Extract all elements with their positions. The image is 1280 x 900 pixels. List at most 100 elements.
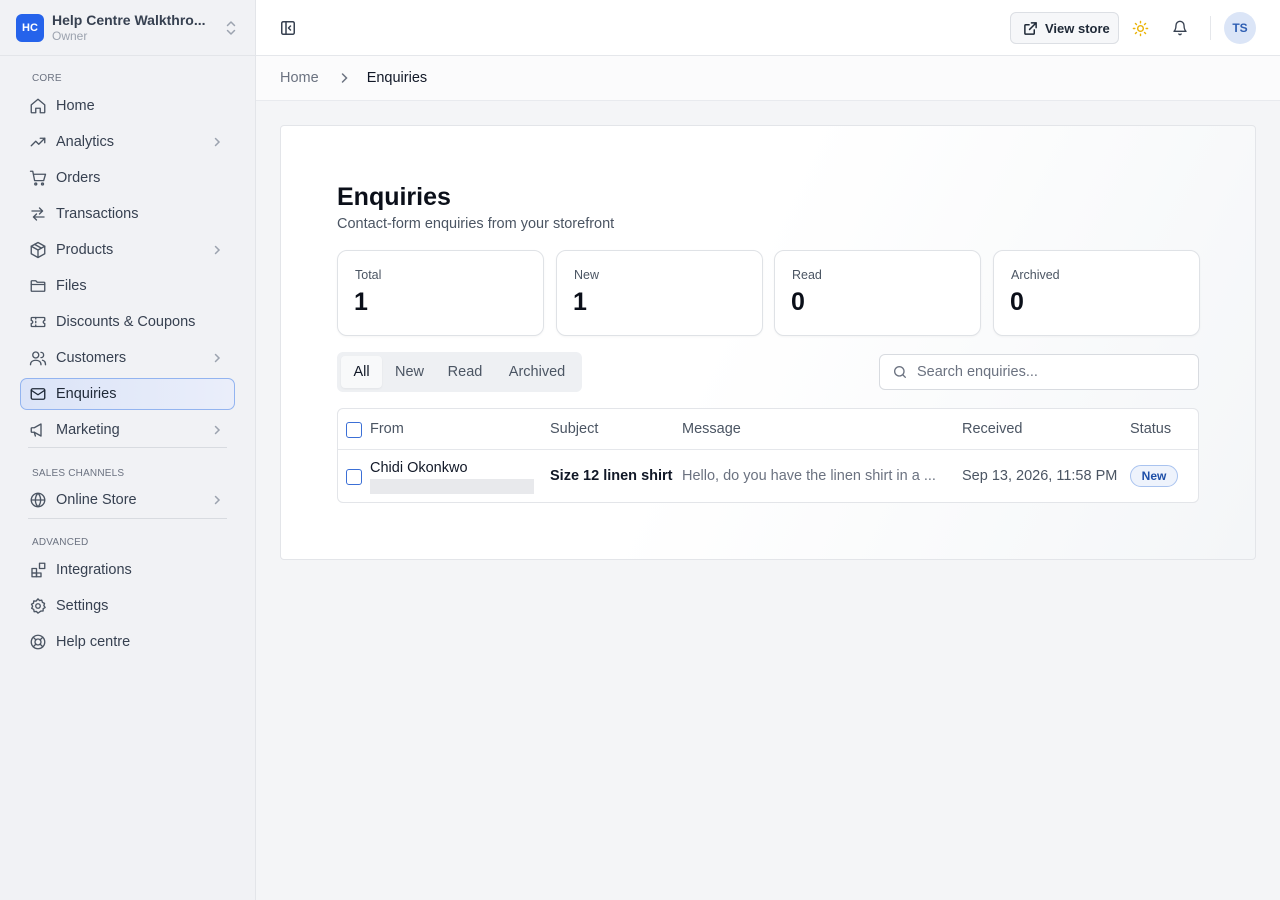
topbar-separator: [1210, 16, 1211, 40]
sidebar-item-transactions[interactable]: Transactions: [20, 198, 235, 230]
page-title: Enquiries: [337, 183, 451, 211]
store-name: Help Centre Walkthro...: [52, 11, 206, 28]
enquiries-table: From Subject Message Received Status Chi…: [337, 408, 1199, 503]
sidebar-item-label: Transactions: [56, 206, 139, 222]
search-box: [879, 354, 1199, 390]
stat-label: Read: [792, 268, 822, 282]
stat-card-total: Total 1: [337, 250, 544, 336]
chevron-right-icon: [210, 243, 224, 257]
sidebar-item-orders[interactable]: Orders: [20, 162, 235, 194]
toggle-sidebar-button[interactable]: [272, 12, 304, 44]
stat-card-new: New 1: [556, 250, 763, 336]
stat-value: 0: [1010, 288, 1024, 316]
section-title-advanced: ADVANCED: [32, 537, 89, 548]
section-title-core: CORE: [32, 73, 62, 84]
enquiry-message: Hello, do you have the linen shirt in a …: [682, 468, 936, 484]
chevron-right-icon: [210, 351, 224, 365]
sidebar-item-help-centre[interactable]: Help centre: [20, 626, 235, 658]
stat-label: New: [574, 268, 600, 282]
home-icon: [29, 97, 47, 115]
store-switcher[interactable]: HC Help Centre Walkthro... Owner: [0, 0, 255, 56]
bell-icon: [1172, 20, 1188, 36]
redacted-email: [370, 479, 534, 494]
gear-icon: [29, 597, 47, 615]
sidebar-item-customers[interactable]: Customers: [20, 342, 235, 374]
status-tabs: All New Read Archived: [337, 352, 582, 392]
cart-icon: [29, 169, 47, 187]
tab-new[interactable]: New: [386, 356, 433, 388]
sidebar-item-analytics[interactable]: Analytics: [20, 126, 235, 158]
sidebar-item-label: Products: [56, 242, 114, 258]
sidebar: HC Help Centre Walkthro... Owner CORE Ho…: [0, 0, 256, 900]
sidebar-item-label: Analytics: [56, 134, 115, 150]
sidebar-item-label: Marketing: [56, 422, 120, 438]
enquiry-subject: Size 12 linen shirt: [550, 468, 673, 484]
stat-label: Archived: [1011, 268, 1060, 282]
mail-icon: [29, 385, 47, 403]
breadcrumb-current: Enquiries: [366, 70, 428, 86]
column-header-message[interactable]: Message: [682, 421, 741, 437]
avatar[interactable]: TS: [1224, 12, 1256, 44]
notifications-button[interactable]: [1164, 12, 1196, 44]
megaphone-icon: [29, 421, 47, 439]
sidebar-item-marketing[interactable]: Marketing: [20, 414, 235, 446]
tab-read[interactable]: Read: [437, 356, 493, 388]
sidebar-item-discounts[interactable]: Discounts & Coupons: [20, 306, 235, 338]
row-checkbox[interactable]: [346, 469, 362, 485]
tab-archived[interactable]: Archived: [497, 356, 577, 388]
column-header-received[interactable]: Received: [962, 421, 1022, 437]
stat-card-read: Read 0: [774, 250, 981, 336]
view-store-label: View store: [1045, 20, 1110, 36]
chevron-right-icon: [337, 71, 351, 85]
table-header: From Subject Message Received Status: [338, 409, 1198, 450]
blocks-icon: [29, 561, 47, 579]
top-bar: View store TS: [256, 0, 1280, 56]
sidebar-item-label: Enquiries: [56, 386, 117, 402]
sidebar-item-label: Customers: [56, 350, 127, 366]
tab-all[interactable]: All: [341, 356, 382, 388]
sidebar-item-online-store[interactable]: Online Store: [20, 484, 235, 516]
ticket-icon: [29, 313, 47, 331]
view-store-button[interactable]: View store: [1010, 12, 1119, 44]
sun-icon: [1132, 20, 1149, 37]
search-icon: [892, 364, 908, 380]
sidebar-item-label: Orders: [56, 170, 101, 186]
arrows-swap-icon: [29, 205, 47, 223]
sidebar-item-files[interactable]: Files: [20, 270, 235, 302]
sidebar-item-label: Discounts & Coupons: [56, 314, 196, 330]
trending-up-icon: [29, 133, 47, 151]
sidebar-item-label: Settings: [56, 598, 109, 614]
sidebar-item-label: Files: [56, 278, 87, 294]
enquiry-from: Chidi Okonkwo: [370, 460, 468, 476]
sidebar-item-integrations[interactable]: Integrations: [20, 554, 235, 586]
chevron-right-icon: [210, 423, 224, 437]
sidebar-item-label: Help centre: [56, 634, 131, 650]
panel-left-icon: [280, 20, 296, 36]
theme-toggle-button[interactable]: [1124, 12, 1156, 44]
column-header-subject[interactable]: Subject: [550, 421, 598, 437]
chevron-right-icon: [210, 493, 224, 507]
sidebar-item-label: Online Store: [56, 492, 137, 508]
search-input[interactable]: [917, 364, 1187, 380]
breadcrumb: Home Enquiries: [256, 56, 1280, 101]
chevrons-up-down-icon: [224, 19, 238, 37]
enquiry-received: Sep 13, 2026, 11:58 PM: [962, 468, 1118, 484]
sidebar-item-home[interactable]: Home: [20, 90, 235, 122]
users-icon: [29, 349, 47, 367]
sidebar-item-label: Integrations: [56, 562, 132, 578]
sidebar-item-products[interactable]: Products: [20, 234, 235, 266]
chevron-right-icon: [210, 135, 224, 149]
folder-icon: [29, 277, 47, 295]
column-header-from[interactable]: From: [370, 421, 404, 437]
select-all-checkbox[interactable]: [346, 422, 362, 438]
external-link-icon: [1023, 21, 1045, 36]
sidebar-item-enquiries[interactable]: Enquiries: [20, 378, 235, 410]
column-header-status[interactable]: Status: [1130, 421, 1171, 437]
breadcrumb-home-link[interactable]: Home: [280, 70, 319, 86]
box-icon: [29, 241, 47, 259]
stat-label: Total: [355, 268, 382, 282]
sidebar-item-settings[interactable]: Settings: [20, 590, 235, 622]
store-role: Owner: [52, 28, 88, 43]
sidebar-item-label: Home: [56, 98, 95, 114]
store-info: Help Centre Walkthro... Owner: [52, 12, 218, 44]
